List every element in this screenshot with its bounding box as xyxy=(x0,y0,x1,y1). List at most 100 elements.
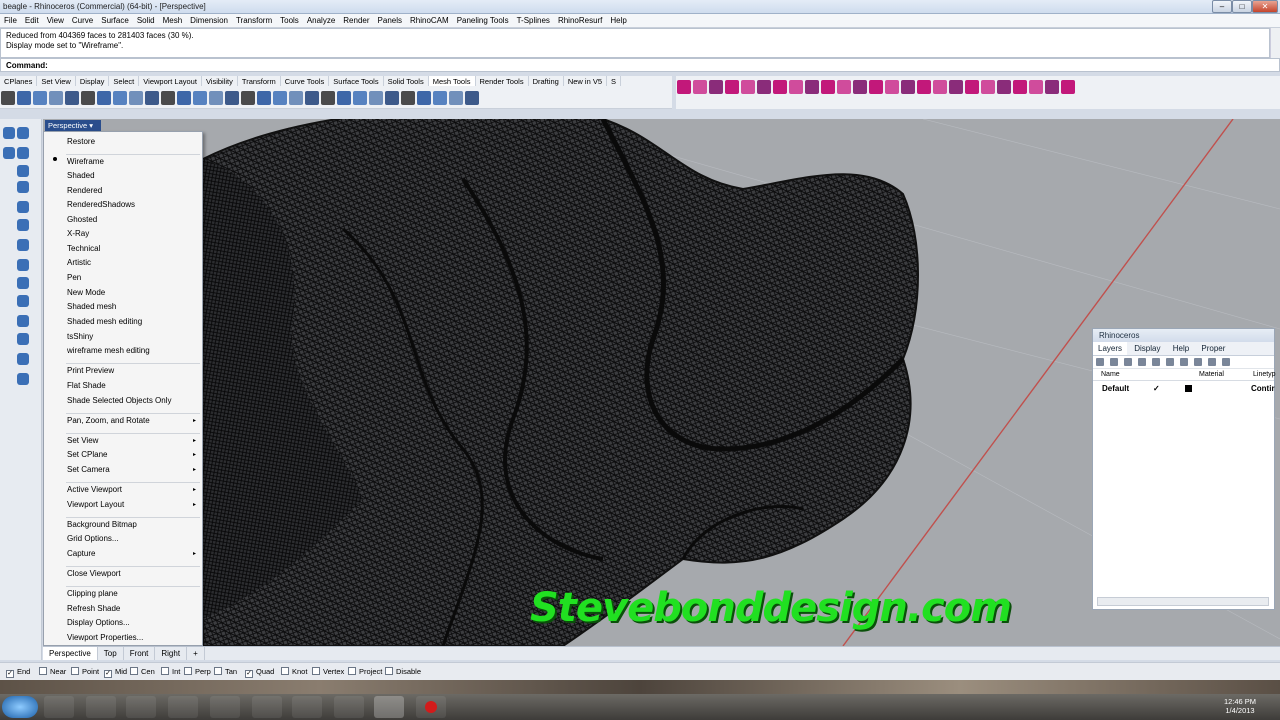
menu-item-viewport-properties[interactable]: Viewport Properties... xyxy=(67,633,143,642)
menu-item-shade-selected-objects-only[interactable]: Shade Selected Objects Only xyxy=(67,396,172,405)
osnap-vertex[interactable]: Vertex xyxy=(312,667,344,676)
toolbar-tool-icon[interactable] xyxy=(161,91,175,105)
toolbar-tool-icon[interactable] xyxy=(401,91,415,105)
toolbar-tool-icon[interactable] xyxy=(193,91,207,105)
osnap-checkbox[interactable] xyxy=(385,667,393,675)
toolbar-tool-icon[interactable] xyxy=(965,80,979,94)
toolbar-tool-icon[interactable] xyxy=(917,80,931,94)
viewport-tab-right[interactable]: Right xyxy=(155,647,188,660)
taskbar-rhino-icon[interactable] xyxy=(374,696,404,718)
tab-new-in-v5[interactable]: New in V5 xyxy=(564,76,608,86)
osnap-mid[interactable]: ✓ Mid xyxy=(104,667,127,678)
layer-row[interactable]: Default ✓ Contir xyxy=(1093,381,1275,395)
toolbar-tool-icon[interactable] xyxy=(433,91,447,105)
toolbar-tool-icon[interactable] xyxy=(209,91,223,105)
clock[interactable]: 12:46 PM 1/4/2013 xyxy=(1220,697,1260,715)
toolbar-tool-icon[interactable] xyxy=(465,91,479,105)
left-tool-icon[interactable] xyxy=(17,201,29,213)
osnap-checkbox[interactable] xyxy=(281,667,289,675)
tab-curve-tools[interactable]: Curve Tools xyxy=(281,76,330,86)
column-name[interactable]: Name xyxy=(1101,371,1120,378)
left-tool-icon[interactable] xyxy=(17,127,29,139)
taskbar-media-icon[interactable] xyxy=(126,696,156,718)
toolbar-tool-icon[interactable] xyxy=(677,80,691,94)
osnap-int[interactable]: Int xyxy=(161,667,180,676)
layer-tool-icon[interactable] xyxy=(1208,358,1216,366)
maximize-button[interactable]: □ xyxy=(1232,0,1252,13)
taskbar-ie-icon[interactable] xyxy=(44,696,74,718)
viewport-tab-add[interactable]: + xyxy=(187,647,205,660)
left-tool-icon[interactable] xyxy=(17,277,29,289)
menu-item-active-viewport[interactable]: Active Viewport xyxy=(67,485,122,494)
layer-tool-icon[interactable] xyxy=(1166,358,1174,366)
taskbar-firefox-icon[interactable] xyxy=(252,696,282,718)
toolbar-tool-icon[interactable] xyxy=(709,80,723,94)
menu-item-wireframe-mesh-editing[interactable]: wireframe mesh editing xyxy=(67,346,150,355)
taskbar-app2-icon[interactable] xyxy=(334,696,364,718)
left-tool-icon[interactable] xyxy=(17,373,29,385)
menu-item-render[interactable]: Render xyxy=(339,14,373,25)
tab-render-tools[interactable]: Render Tools xyxy=(476,76,529,86)
left-tool-icon[interactable] xyxy=(17,353,29,365)
menu-item-rhinocam[interactable]: RhinoCAM xyxy=(406,14,453,25)
osnap-checkbox[interactable]: ✓ xyxy=(245,670,253,678)
osnap-checkbox[interactable] xyxy=(184,667,192,675)
left-tool-icon[interactable] xyxy=(17,239,29,251)
menu-item-solid[interactable]: Solid xyxy=(133,14,159,25)
tab-solid-tools[interactable]: Solid Tools xyxy=(384,76,429,86)
close-button[interactable]: ✕ xyxy=(1252,0,1278,13)
toolbar-tool-icon[interactable] xyxy=(853,80,867,94)
menu-item-file[interactable]: File xyxy=(0,14,21,25)
osnap-checkbox[interactable] xyxy=(348,667,356,675)
toolbar-tool-icon[interactable] xyxy=(741,80,755,94)
menu-item-t-splines[interactable]: T-Splines xyxy=(513,14,554,25)
menu-item-shaded-mesh[interactable]: Shaded mesh xyxy=(67,302,116,311)
toolbar-tool-icon[interactable] xyxy=(337,91,351,105)
menu-item-transform[interactable]: Transform xyxy=(232,14,276,25)
toolbar-tool-icon[interactable] xyxy=(65,91,79,105)
left-tool-icon[interactable] xyxy=(17,295,29,307)
left-tool-icon[interactable] xyxy=(17,181,29,193)
osnap-project[interactable]: Project xyxy=(348,667,382,676)
toolbar-tool-icon[interactable] xyxy=(1,91,15,105)
column-material[interactable]: Material xyxy=(1199,371,1224,378)
tab-transform[interactable]: Transform xyxy=(238,76,281,86)
menu-item-panels[interactable]: Panels xyxy=(374,14,406,25)
menu-item-paneling-tools[interactable]: Paneling Tools xyxy=(453,14,513,25)
menu-item-tsshiny[interactable]: tsShiny xyxy=(67,332,93,341)
tab-viewport-layout[interactable]: Viewport Layout xyxy=(139,76,202,86)
toolbar-tool-icon[interactable] xyxy=(725,80,739,94)
menu-item-shaded[interactable]: Shaded xyxy=(67,171,95,180)
osnap-point[interactable]: Point xyxy=(71,667,99,676)
toolbar-tool-icon[interactable] xyxy=(353,91,367,105)
layer-tool-icon[interactable] xyxy=(1180,358,1188,366)
menu-item-view[interactable]: View xyxy=(43,14,68,25)
menu-item-x-ray[interactable]: X-Ray xyxy=(67,229,89,238)
tab-set-view[interactable]: Set View xyxy=(37,76,76,86)
osnap-knot[interactable]: Knot xyxy=(281,667,307,676)
left-tool-icon[interactable] xyxy=(17,147,29,159)
menu-item-dimension[interactable]: Dimension xyxy=(186,14,232,25)
tab-s[interactable]: S xyxy=(607,76,622,86)
layer-tool-icon[interactable] xyxy=(1124,358,1132,366)
osnap-near[interactable]: Near xyxy=(39,667,66,676)
osnap-disable[interactable]: Disable xyxy=(385,667,421,676)
menu-item-clipping-plane[interactable]: Clipping plane xyxy=(67,589,118,598)
toolbar-tool-icon[interactable] xyxy=(305,91,319,105)
toolbar-tool-icon[interactable] xyxy=(145,91,159,105)
command-line[interactable]: Command: xyxy=(0,58,1280,72)
toolbar-tool-icon[interactable] xyxy=(933,80,947,94)
toolbar-tool-icon[interactable] xyxy=(289,91,303,105)
menu-item-viewport-layout[interactable]: Viewport Layout xyxy=(67,500,124,509)
menu-item-wireframe[interactable]: Wireframe xyxy=(67,157,104,166)
menu-item-pen[interactable]: Pen xyxy=(67,273,81,282)
layer-tool-icon[interactable] xyxy=(1138,358,1146,366)
menu-item-rendered[interactable]: Rendered xyxy=(67,186,102,195)
tab-visibility[interactable]: Visibility xyxy=(202,76,238,86)
toolbar-tool-icon[interactable] xyxy=(837,80,851,94)
tab-display[interactable]: Display xyxy=(1129,342,1165,355)
menu-item-rhinoresurf[interactable]: RhinoResurf xyxy=(554,14,606,25)
osnap-checkbox[interactable] xyxy=(130,667,138,675)
toolbar-tool-icon[interactable] xyxy=(1061,80,1075,94)
toolbar-tool-icon[interactable] xyxy=(449,91,463,105)
